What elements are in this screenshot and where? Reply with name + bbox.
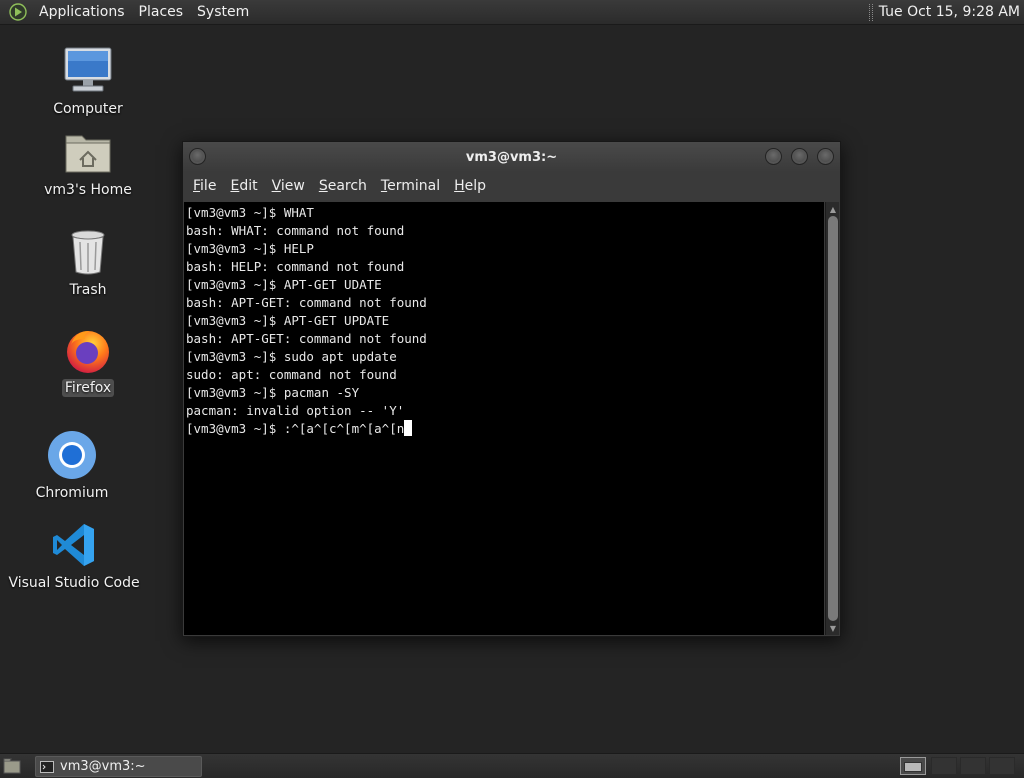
desktop-icon-label: Firefox — [61, 379, 115, 397]
terminal-cursor — [404, 420, 413, 436]
terminal-menu-search[interactable]: Search — [312, 178, 374, 194]
maximize-button[interactable] — [791, 148, 808, 165]
terminal-window: vm3@vm3:~ File Edit View Search Terminal Help… — [182, 141, 841, 637]
applications-menu[interactable]: Applications — [32, 0, 132, 25]
terminal-line: [vm3@vm3 ~]$ WHAT — [186, 205, 314, 220]
workspace-switcher-3[interactable] — [960, 757, 986, 775]
terminal-line: [vm3@vm3 ~]$ HELP — [186, 241, 314, 256]
menu-mnemonic: V — [271, 178, 281, 194]
terminal-line: bash: HELP: command not found — [186, 259, 405, 274]
panel-drag-handle[interactable] — [868, 3, 873, 21]
terminal-line: [vm3@vm3 ~]$ APT-GET UPDATE — [186, 313, 390, 328]
chromium-icon — [45, 428, 99, 482]
home-folder-icon — [61, 125, 115, 179]
workspace-switcher-4[interactable] — [989, 757, 1015, 775]
terminal-menu-edit[interactable]: Edit — [223, 178, 264, 194]
desktop-icon-label: vm3's Home — [44, 182, 132, 198]
terminal-line: bash: APT-GET: command not found — [186, 295, 427, 310]
terminal-titlebar[interactable]: vm3@vm3:~ — [183, 142, 840, 172]
desktop-icon-firefox[interactable]: Firefox — [28, 323, 148, 397]
terminal-menubar: File Edit View Search Terminal Help — [183, 172, 840, 200]
close-button[interactable] — [817, 148, 834, 165]
menu-label-rest: elp — [464, 178, 487, 194]
terminal-line: pacman: invalid option -- 'Y' — [186, 403, 405, 418]
menu-label-rest: ile — [200, 178, 217, 194]
terminal-menu-file[interactable]: File — [186, 178, 223, 194]
desktop-icon-trash[interactable]: Trash — [28, 225, 148, 299]
computer-icon — [61, 44, 115, 98]
terminal-line: sudo: apt: command not found — [186, 367, 397, 382]
terminal-line: bash: APT-GET: command not found — [186, 331, 427, 346]
terminal-icon — [40, 760, 54, 773]
workspace-switcher-2[interactable] — [931, 757, 957, 775]
terminal-menu-help[interactable]: Help — [447, 178, 493, 194]
window-menu-button[interactable] — [189, 148, 206, 165]
scrollbar-thumb[interactable] — [828, 216, 838, 621]
terminal-output[interactable]: [vm3@vm3 ~]$ WHAT bash: WHAT: command not… — [184, 202, 824, 635]
terminal-line: [vm3@vm3 ~]$ pacman -SY — [186, 385, 360, 400]
firefox-icon — [61, 323, 115, 377]
terminal-current-line: [vm3@vm3 ~]$ :^[a^[c^[m^[a^[n — [186, 420, 824, 438]
desktop-icon-computer[interactable]: Computer — [28, 44, 148, 118]
menu-label-rest: erminal — [387, 178, 441, 194]
terminal-menu-view[interactable]: View — [265, 178, 312, 194]
menu-label-rest: dit — [239, 178, 258, 194]
menu-mnemonic: H — [454, 178, 465, 194]
taskbar-item-label: vm3@vm3:~ — [60, 759, 146, 774]
desktop-icon-label: Chromium — [35, 485, 109, 501]
desktop-icon-label: Trash — [69, 282, 107, 298]
terminal-line: [vm3@vm3 ~]$ APT-GET UDATE — [186, 277, 382, 292]
minimize-button[interactable] — [765, 148, 782, 165]
top-panel: Applications Places System Tue Oct 15, 9… — [0, 0, 1024, 25]
terminal-input-text: [vm3@vm3 ~]$ :^[a^[c^[m^[a^[n — [186, 421, 405, 436]
vscode-icon — [47, 518, 101, 572]
workspace-switcher-1[interactable] — [900, 757, 926, 775]
trash-icon — [61, 225, 115, 279]
terminal-line: [vm3@vm3 ~]$ sudo apt update — [186, 349, 397, 364]
menu-mnemonic: S — [318, 178, 328, 194]
menu-mnemonic: F — [193, 178, 201, 194]
places-menu[interactable]: Places — [132, 0, 191, 25]
show-desktop-icon[interactable] — [3, 758, 21, 774]
system-menu[interactable]: System — [190, 0, 256, 25]
clock[interactable]: Tue Oct 15, 9:28 AM — [879, 4, 1024, 20]
workspace-window-thumb — [904, 762, 922, 772]
desktop-icon-label: Computer — [53, 101, 123, 117]
menu-mnemonic: E — [230, 178, 240, 194]
desktop-icon-vscode[interactable]: Visual Studio Code — [8, 518, 140, 592]
distro-logo-icon[interactable] — [8, 2, 28, 22]
scroll-up-arrow-icon[interactable]: ▲ — [826, 202, 840, 216]
desktop-icon-home[interactable]: vm3's Home — [28, 125, 148, 199]
desktop-icon-chromium[interactable]: Chromium — [12, 428, 132, 502]
menu-label-rest: iew — [280, 178, 305, 194]
scroll-down-arrow-icon[interactable]: ▼ — [826, 621, 840, 635]
desktop-icon-label: Visual Studio Code — [8, 575, 140, 591]
terminal-title: vm3@vm3:~ — [465, 149, 558, 165]
terminal-menu-terminal[interactable]: Terminal — [374, 178, 447, 194]
menu-label-rest: earch — [327, 178, 367, 194]
terminal-line: bash: WHAT: command not found — [186, 223, 405, 238]
taskbar-item-terminal[interactable]: vm3@vm3:~ — [35, 756, 202, 777]
terminal-scrollbar[interactable]: ▲ ▼ — [825, 202, 839, 635]
bottom-panel: vm3@vm3:~ — [0, 753, 1024, 778]
